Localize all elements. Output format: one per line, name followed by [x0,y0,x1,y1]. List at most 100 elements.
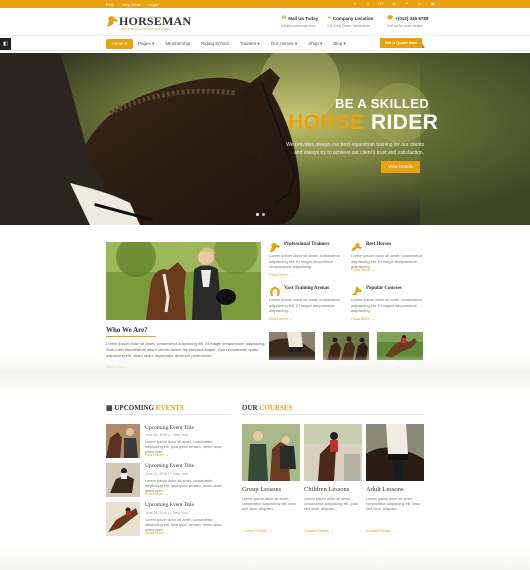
phone-label[interactable]: +(012) 345 6789 [395,16,428,21]
pinterest-icon[interactable]: P [404,0,410,8]
linkedin-icon[interactable]: in [417,0,423,8]
course-image[interactable] [304,424,362,481]
courses-title-highlight: COURSES [259,404,293,412]
feature-title: Popular Courses [366,286,402,291]
event-image[interactable] [106,424,140,458]
nav-item-label: Shop [308,40,319,46]
nav-item-home[interactable]: Home ▾ [106,38,133,49]
slider-dot[interactable] [256,213,259,216]
course-details-link[interactable]: Course Details → [366,529,396,533]
course-details-link[interactable]: Course Details → [242,529,272,533]
event-image[interactable] [106,463,140,497]
event-read-more-link[interactable]: Read More → [145,492,169,496]
event-read-more-link[interactable]: Read More → [145,531,169,535]
horseshoe-icon [269,286,281,297]
nav-item-our-horses[interactable]: Our Horses ▾ [265,39,303,49]
slider-dots [256,213,265,216]
share-icon[interactable]: ◧ [0,38,11,50]
nav-item-label: Home [111,40,124,46]
brand-tagline: BEST EQUESTRIAN CENTER [121,27,169,31]
event-title[interactable]: Upcoming Event Title [145,463,194,469]
social-links: f t G+ ◎ P in ◉ [352,0,436,8]
course-image[interactable] [242,424,300,481]
nav-item-label: Trainers [239,40,257,46]
location-value: 121 King Street, Melbourne [327,24,370,28]
feature-read-more-link[interactable]: Read More → [351,268,375,272]
horse-logo-icon[interactable] [106,15,119,27]
event-title[interactable]: Upcoming Event Title [145,425,194,431]
event-meta: June 26, 2016 | ⌂ New York [145,433,188,437]
event-meta: June 26, 2016 | ⌂ New York [145,472,188,476]
hero-title-line2: HORSE RIDER [288,111,438,135]
feature-text: Lorem ipsum dolor sit amet, consectetur … [351,297,423,313]
twitter-icon[interactable]: t [365,0,371,8]
event-meta: June 26, 2016 | ⌂ New York [145,511,188,515]
hero-image [0,53,530,225]
jumping-horse-icon [351,242,363,253]
phone-icon: ☎ [387,15,394,21]
course-text: Lorem ipsum dolor sit amet, consectetur … [242,497,296,512]
hero-title-highlight: HORSE [288,111,365,134]
rider-icon [351,286,363,297]
main-nav: Home ▾ Pages ▾ Membership Riding School … [0,35,530,51]
map-pin-icon: ⌖ [328,15,331,21]
rss-icon[interactable]: ◉ [430,0,436,8]
hero-slider [0,53,530,225]
nav-item-label: Riding School [201,40,229,46]
course-text: Lorem ipsum dolor sit amet, consectetur … [366,497,420,512]
instagram-icon[interactable]: ◎ [391,0,397,8]
courses-title-divider [242,414,424,415]
event-image[interactable] [106,502,140,536]
events-title-plain: UPCOMING [114,404,155,412]
nav-item-label: Pages [138,40,151,46]
faq-link[interactable]: FAQ [106,2,114,7]
about-image [106,242,261,320]
event-read-more-link[interactable]: Read More → [145,453,169,457]
course-text: Lorem ipsum dolor sit amet, consectetur … [304,497,358,512]
nav-item-blog[interactable]: Blog ▾ [328,39,352,49]
feature-text: Lorem ipsum dolor sit amet, consectetur … [269,297,341,313]
feature-read-more-link[interactable]: Read More → [269,317,293,321]
nav-item-trainers[interactable]: Trainers ▾ [234,39,265,49]
facebook-icon[interactable]: f [352,0,358,8]
hero-title-line1: BE A SKILLED [335,96,430,111]
mail-label: Mail Us Today [288,15,319,21]
view-details-button[interactable]: View Details [381,161,420,173]
mail-info: ✉ Mail Us Today [282,15,318,21]
horse-head-icon [269,242,281,253]
courses-section-title: OUR COURSES [242,404,292,412]
nav-item-membership[interactable]: Membership [160,39,196,49]
feature-read-more-link[interactable]: Read More → [269,273,293,277]
feature-read-more-link[interactable]: Read More → [351,317,375,321]
phone-value: Call us for more details [387,24,423,28]
nav-item-shop[interactable]: Shop ▾ [303,39,328,49]
slider-dot[interactable] [262,213,265,216]
help-desk-link[interactable]: Help Desk [122,2,140,7]
top-bar: FAQ Help Desk Login f t G+ ◎ P in ◉ [0,0,530,8]
get-quote-button[interactable]: Get A Quote Now [380,38,425,48]
nav-item-riding-school[interactable]: Riding School [196,39,235,49]
footer-grass [0,545,530,570]
event-title[interactable]: Upcoming Event Title [145,502,194,508]
nav-item-label: Our Horses [270,40,294,46]
calendar-icon: ▦ [106,404,113,412]
course-image[interactable] [366,424,424,481]
hero-text: We provides always our best equestrian t… [286,142,424,156]
google-plus-icon[interactable]: G+ [378,0,384,8]
course-title[interactable]: Group Lessons [242,486,281,493]
about-title: Who We Are? [106,326,148,334]
events-title-divider [106,414,230,415]
login-link[interactable]: Login [148,2,158,7]
course-title[interactable]: Children Lessons [304,486,349,493]
location-info: ⌖ Company Location [328,15,373,21]
nav-item-pages[interactable]: Pages ▾ [133,39,160,49]
course-details-link[interactable]: Course Details → [304,529,334,533]
grass-divider [0,355,530,389]
nav-item-label: Membership [165,40,191,46]
course-title[interactable]: Adult Lessons [366,486,403,493]
mail-value[interactable]: info@yourdomain.com [281,24,316,28]
top-links: FAQ Help Desk Login [106,2,158,7]
courses-title-plain: OUR [242,404,258,412]
events-title-highlight: EVENTS [155,404,184,412]
title-underline [106,336,156,337]
